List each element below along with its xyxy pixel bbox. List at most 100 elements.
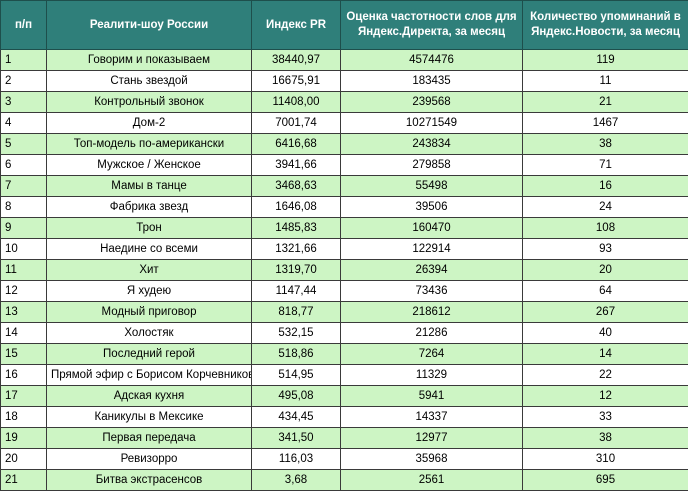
cell-pr-index: 16675,91 [251,70,341,92]
cell-frequency: 26394 [340,259,523,281]
table-row: 11 Хит 1319,70 26394 20 [0,259,688,281]
cell-frequency: 7264 [340,343,523,365]
cell-show-name: Мамы в танце [46,175,252,197]
header-pr-index: Индекс PR [251,0,341,50]
cell-news-mentions: 33 [522,406,688,428]
cell-news-mentions: 695 [522,469,688,491]
cell-pr-index: 1485,83 [251,217,341,239]
cell-news-mentions: 71 [522,154,688,176]
cell-number: 13 [0,301,47,323]
table-row: 5 Топ-модель по-американски 6416,68 243834 3… [0,133,688,155]
cell-show-name: Стань звездой [46,70,252,92]
table-row: 7 Мамы в танце 3468,63 55498 16 [0,175,688,197]
table-row: 4 Дом-2 7001,74 10271549 1467 [0,112,688,134]
header-row: п/п Реалити-шоу России Индекс PR Оценка … [0,0,688,50]
table-row: 15 Последний герой 518,86 7264 14 [0,343,688,365]
cell-number: 16 [0,364,47,386]
cell-number: 8 [0,196,47,218]
cell-number: 14 [0,322,47,344]
cell-pr-index: 3,68 [251,469,341,491]
cell-pr-index: 116,03 [251,448,341,470]
header-yandex-news-mentions: Количество упоминаний в Яндекс.Новости, … [522,0,688,50]
table-row: 12 Я худею 1147,44 73436 64 [0,280,688,302]
cell-show-name: Последний герой [46,343,252,365]
cell-news-mentions: 16 [522,175,688,197]
cell-news-mentions: 38 [522,427,688,449]
cell-frequency: 73436 [340,280,523,302]
cell-show-name: Говорим и показываем [46,49,252,71]
table-row: 21 Битва экстрасенсов 3,68 2561 695 [0,469,688,491]
cell-frequency: 35968 [340,448,523,470]
cell-frequency: 218612 [340,301,523,323]
table-row: 13 Модный приговор 818,77 218612 267 [0,301,688,323]
cell-frequency: 243834 [340,133,523,155]
cell-show-name: Модный приговор [46,301,252,323]
cell-show-name: Хит [46,259,252,281]
cell-news-mentions: 24 [522,196,688,218]
cell-frequency: 39506 [340,196,523,218]
cell-pr-index: 7001,74 [251,112,341,134]
table-row: 14 Холостяк 532,15 21286 40 [0,322,688,344]
cell-number: 9 [0,217,47,239]
cell-pr-index: 1321,66 [251,238,341,260]
table-row: 6 Мужское / Женское 3941,66 279858 71 [0,154,688,176]
cell-pr-index: 341,50 [251,427,341,449]
reality-show-table: п/п Реалити-шоу России Индекс PR Оценка … [0,0,688,491]
cell-news-mentions: 20 [522,259,688,281]
cell-news-mentions: 119 [522,49,688,71]
cell-show-name: Мужское / Женское [46,154,252,176]
cell-number: 15 [0,343,47,365]
cell-number: 12 [0,280,47,302]
header-number: п/п [0,0,47,50]
cell-number: 1 [0,49,47,71]
cell-number: 4 [0,112,47,134]
cell-news-mentions: 267 [522,301,688,323]
cell-frequency: 21286 [340,322,523,344]
cell-frequency: 11329 [340,364,523,386]
cell-show-name: Холостяк [46,322,252,344]
table-row: 16 Прямой эфир с Борисом Корчевниковым 514… [0,364,688,386]
cell-frequency: 14337 [340,406,523,428]
cell-news-mentions: 40 [522,322,688,344]
cell-number: 7 [0,175,47,197]
cell-news-mentions: 108 [522,217,688,239]
cell-number: 3 [0,91,47,113]
cell-number: 18 [0,406,47,428]
cell-news-mentions: 12 [522,385,688,407]
cell-news-mentions: 21 [522,91,688,113]
cell-show-name: Трон [46,217,252,239]
header-yandex-direct-frequency: Оценка частотности слов для Яндекс.Дирек… [340,0,523,50]
cell-news-mentions: 22 [522,364,688,386]
cell-show-name: Первая передача [46,427,252,449]
cell-pr-index: 3941,66 [251,154,341,176]
cell-frequency: 279858 [340,154,523,176]
cell-news-mentions: 38 [522,133,688,155]
table-row: 9 Трон 1485,83 160470 108 [0,217,688,239]
cell-pr-index: 818,77 [251,301,341,323]
table-row: 2 Стань звездой 16675,91 183435 11 [0,70,688,92]
cell-number: 5 [0,133,47,155]
cell-pr-index: 38440,97 [251,49,341,71]
cell-frequency: 160470 [340,217,523,239]
cell-frequency: 12977 [340,427,523,449]
table-row: 10 Наедине со всеми 1321,66 122914 93 [0,238,688,260]
cell-show-name: Битва экстрасенсов [46,469,252,491]
cell-show-name: Ревизорро [46,448,252,470]
cell-news-mentions: 14 [522,343,688,365]
cell-number: 6 [0,154,47,176]
cell-show-name: Топ-модель по-американски [46,133,252,155]
cell-pr-index: 434,45 [251,406,341,428]
cell-number: 19 [0,427,47,449]
cell-show-name: Прямой эфир с Борисом Корчевниковым [46,364,252,386]
cell-pr-index: 1319,70 [251,259,341,281]
cell-show-name: Каникулы в Мексике [46,406,252,428]
cell-frequency: 122914 [340,238,523,260]
cell-show-name: Адская кухня [46,385,252,407]
cell-frequency: 4574476 [340,49,523,71]
cell-show-name: Фабрика звезд [46,196,252,218]
table-row: 1 Говорим и показываем 38440,97 4574476 119 [0,49,688,71]
cell-pr-index: 1646,08 [251,196,341,218]
cell-frequency: 2561 [340,469,523,491]
cell-show-name: Дом-2 [46,112,252,134]
cell-pr-index: 6416,68 [251,133,341,155]
